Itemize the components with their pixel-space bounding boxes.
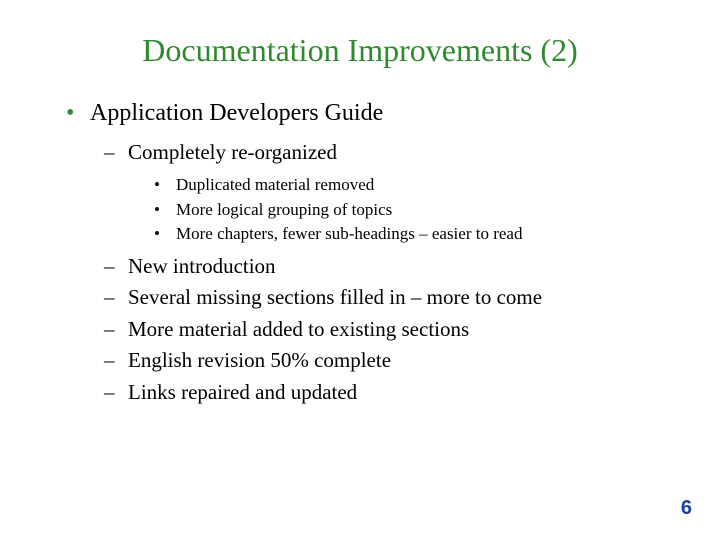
page-number: 6 [681, 497, 692, 520]
bullet-lvl2-text: More material added to existing sections [128, 314, 469, 346]
bullet-dot-icon: • [66, 97, 80, 129]
bullet-lvl1-text: Application Developers Guide [90, 97, 383, 129]
bullet-lvl3-text: More chapters, fewer sub-headings – easi… [176, 222, 522, 247]
bullet-dot-icon: • [154, 222, 166, 247]
bullet-dot-icon: • [154, 173, 166, 198]
bullet-lvl2-group-first: – Completely re-organized [104, 137, 664, 169]
bullet-lvl3-text: More logical grouping of topics [176, 198, 392, 223]
bullet-lvl2-text: Completely re-organized [128, 137, 337, 169]
list-item: – Completely re-organized [104, 137, 664, 169]
bullet-lvl2-text: New introduction [128, 251, 276, 283]
bullet-lvl2-text: English revision 50% complete [128, 345, 391, 377]
list-item: – More material added to existing sectio… [104, 314, 664, 346]
list-item: – English revision 50% complete [104, 345, 664, 377]
list-item: – Links repaired and updated [104, 377, 664, 409]
bullet-lvl2-text: Links repaired and updated [128, 377, 357, 409]
bullet-lvl2-group-rest: – New introduction – Several missing sec… [104, 251, 664, 409]
list-item: • Duplicated material removed [154, 173, 664, 198]
bullet-dash-icon: – [104, 282, 118, 314]
bullet-dash-icon: – [104, 314, 118, 346]
bullet-lvl2-text: Several missing sections filled in – mor… [128, 282, 542, 314]
bullet-dash-icon: – [104, 251, 118, 283]
bullet-dash-icon: – [104, 377, 118, 409]
slide-title: Documentation Improvements (2) [56, 32, 664, 69]
slide: Documentation Improvements (2) • Applica… [0, 0, 720, 540]
list-item: • More logical grouping of topics [154, 198, 664, 223]
bullet-lvl3-group: • Duplicated material removed • More log… [154, 173, 664, 247]
bullet-dot-icon: • [154, 198, 166, 223]
list-item: – New introduction [104, 251, 664, 283]
list-item: • More chapters, fewer sub-headings – ea… [154, 222, 664, 247]
bullet-dash-icon: – [104, 345, 118, 377]
bullet-dash-icon: – [104, 137, 118, 169]
bullet-lvl3-text: Duplicated material removed [176, 173, 374, 198]
bullet-lvl1-group: • Application Developers Guide [66, 97, 664, 129]
list-item: – Several missing sections filled in – m… [104, 282, 664, 314]
list-item: • Application Developers Guide [66, 97, 664, 129]
